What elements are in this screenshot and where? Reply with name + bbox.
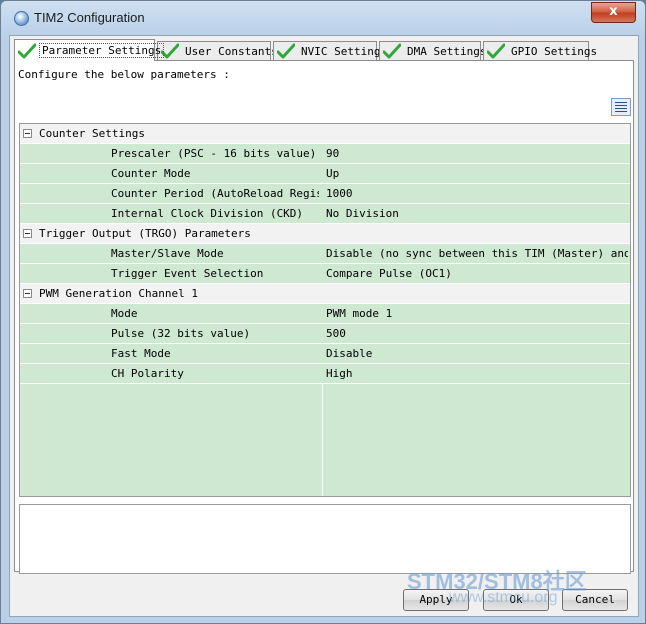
parameter-name: Pulse (32 bits value) (111, 327, 251, 340)
parameter-value[interactable]: No Division (326, 207, 628, 220)
parameter-name: Counter Period (AutoReload Regis... (111, 187, 319, 200)
tab-user-constants[interactable]: User Constants (157, 41, 278, 60)
parameter-row[interactable]: Pulse (32 bits value) 500 (20, 324, 630, 344)
tab-label: GPIO Settings (511, 44, 598, 58)
list-sort-icon[interactable] (611, 98, 631, 116)
parameter-name: Counter Mode (111, 167, 191, 180)
parameter-row[interactable]: Trigger Event Selection Compare Pulse (OC… (20, 264, 630, 284)
tab-nvic-settings[interactable]: NVIC Settings (273, 41, 387, 60)
parameter-row[interactable]: Counter Period (AutoReload Regis... 1000 (20, 184, 630, 204)
parameter-row[interactable]: Fast Mode Disable (20, 344, 630, 364)
parameter-name: Trigger Event Selection (111, 267, 264, 280)
collapse-minus-icon[interactable] (23, 229, 32, 238)
parameter-value[interactable]: Disable (326, 347, 628, 360)
parameter-value[interactable]: 1000 (326, 187, 628, 200)
parameter-row[interactable]: Internal Clock Division (CKD) No Division (20, 204, 630, 224)
tab-parameter-settings[interactable]: Parameter Settings (14, 39, 165, 61)
group-label: PWM Generation Channel 1 (39, 287, 198, 300)
group-row[interactable]: Trigger Output (TRGO) Parameters (20, 224, 630, 244)
parameter-name: CH Polarity (111, 367, 184, 380)
parameter-row[interactable]: Counter Mode Up (20, 164, 630, 184)
parameter-name: Internal Clock Division (CKD) (111, 207, 304, 220)
title-bar[interactable]: TIM2 Configuration x (1, 1, 645, 35)
parameter-value[interactable]: 90 (326, 147, 628, 160)
parameter-value[interactable]: Up (326, 167, 628, 180)
check-icon (277, 43, 295, 59)
group-row[interactable]: PWM Generation Channel 1 (20, 284, 630, 304)
tab-panel-parameter-settings: Configure the below parameters : Counter… (14, 60, 634, 574)
group-label: Counter Settings (39, 127, 145, 140)
parameter-name: Mode (111, 307, 138, 320)
parameter-value[interactable]: High (326, 367, 628, 380)
parameter-row[interactable]: CH Polarity High (20, 364, 630, 384)
parameter-name: Prescaler (PSC - 16 bits value) (111, 147, 317, 160)
parameter-value[interactable]: Compare Pulse (OC1) (326, 267, 628, 280)
check-icon (18, 43, 36, 58)
tab-label: User Constants (185, 44, 278, 58)
close-button[interactable]: x (591, 2, 636, 23)
collapse-minus-icon[interactable] (23, 289, 32, 298)
tab-label: DMA Settings (407, 44, 487, 58)
parameter-value[interactable]: Disable (no sync between this TIM (Maste… (326, 247, 628, 260)
app-icon (14, 11, 29, 26)
watermark-url: www.stmcu.org (449, 589, 558, 606)
parameter-name: Fast Mode (111, 347, 171, 360)
check-icon (487, 43, 505, 59)
parameter-value[interactable]: 500 (326, 327, 628, 340)
tab-gpio-settings[interactable]: GPIO Settings (483, 41, 597, 60)
tab-dma-settings[interactable]: DMA Settings (379, 41, 486, 60)
parameter-value[interactable]: PWM mode 1 (326, 307, 628, 320)
parameter-name: Master/Slave Mode (111, 247, 224, 260)
tab-label: NVIC Settings (301, 44, 388, 58)
parameter-row[interactable]: Mode PWM mode 1 (20, 304, 630, 324)
group-row[interactable]: Counter Settings (20, 124, 630, 144)
instruction-text: Configure the below parameters : (18, 68, 230, 81)
parameter-row[interactable]: Master/Slave Mode Disable (no sync betwee… (20, 244, 630, 264)
dialog-client: Parameter Settings User Constants NVIC Set… (9, 35, 639, 617)
group-label: Trigger Output (TRGO) Parameters (39, 227, 251, 240)
window-title: TIM2 Configuration (34, 10, 145, 25)
parameter-table: Counter Settings Prescaler (PSC - 16 bits… (19, 123, 631, 497)
parameter-row[interactable]: Prescaler (PSC - 16 bits value) 90 (20, 144, 630, 164)
tab-label: Parameter Settings (39, 43, 165, 58)
collapse-minus-icon[interactable] (23, 129, 32, 138)
config-dialog: TIM2 Configuration x Parameter Settings U… (0, 0, 646, 624)
check-icon (383, 43, 401, 59)
